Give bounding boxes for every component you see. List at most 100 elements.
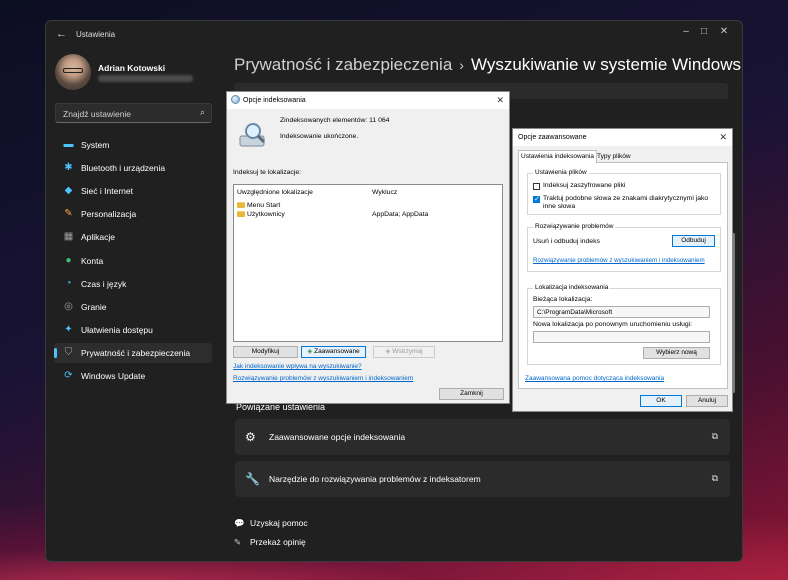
column-header-exclude: Wyklucz: [372, 189, 398, 196]
location-name: Użytkownicy: [247, 211, 285, 218]
list-item[interactable]: Menu Start: [237, 202, 499, 211]
sidebar-item-7[interactable]: ◎ Granie: [54, 297, 212, 317]
app-title: Ustawienia: [76, 30, 116, 39]
bluetooth-icon: ✱: [64, 162, 73, 174]
diacritics-label: Traktuj podobne słowa ze znakami diakryt…: [543, 195, 709, 210]
sidebar-item-label: Aplikacje: [81, 232, 116, 243]
advanced-help-link[interactable]: Zaawansowana pomoc dotycząca indeksowani…: [525, 375, 664, 382]
title-bar: ← Ustawienia – □ ✕: [46, 21, 742, 49]
get-help-link[interactable]: 💬 Uzyskaj pomoc: [234, 518, 308, 529]
indexed-count: Zindeksowanych elementów: 11 064: [280, 117, 390, 124]
close-button[interactable]: Zamknij: [439, 388, 504, 400]
sidebar-item-label: Personalizacja: [81, 209, 137, 220]
search-input[interactable]: Znajdź ustawienie ⌕: [55, 103, 212, 123]
troubleshoot-link[interactable]: Rozwiązywanie problemów z wyszukiwaniem …: [233, 375, 413, 382]
external-link-icon: ⧉: [711, 473, 718, 483]
feedback-icon: ✎: [234, 537, 242, 547]
close-icon[interactable]: ✕: [716, 26, 732, 37]
advanced-label: Zaawansowane: [314, 348, 360, 355]
index-location-group: Lokalizacja indeksowania Bieżąca lokaliz…: [527, 284, 721, 365]
locations-label: Indeksuj te lokalizacje:: [233, 169, 302, 176]
breadcrumb-separator: ›: [459, 57, 464, 73]
avatar-glasses: [63, 68, 83, 73]
advanced-button[interactable]: ◈ Zaawansowane: [301, 346, 366, 358]
gamepad-icon: ◎: [64, 300, 73, 312]
tab-index-settings[interactable]: Ustawienia indeksowania: [518, 150, 597, 163]
location-exclude: AppData; AppData: [372, 211, 429, 218]
page-title: Wyszukiwanie w systemie Windows: [470, 55, 741, 74]
advanced-options-dialog: Opcje zaawansowane ✕ Ustawienia indeksow…: [512, 128, 733, 412]
sidebar-item-label: Konta: [81, 255, 104, 266]
troubleshooting-group: Rozwiązywanie problemów Usuń i odbuduj i…: [527, 223, 721, 272]
how-indexing-affects-link[interactable]: Jak indeksowanie wpływa na wyszukiwanie?: [233, 363, 362, 370]
globe-clock-icon: ◔: [65, 277, 72, 289]
maximize-icon[interactable]: □: [696, 26, 712, 37]
give-feedback-link[interactable]: ✎ Przekaż opinię: [234, 537, 306, 548]
shield-icon: ◈: [307, 348, 313, 355]
sidebar-item-label: Ułatwienia dostępu: [81, 324, 153, 335]
encrypt-files-checkbox[interactable]: [533, 183, 540, 190]
sidebar-item-5[interactable]: ● Konta: [54, 251, 212, 271]
shield-icon: ⛉: [64, 346, 73, 358]
pause-label: Wstrzymaj: [392, 348, 423, 355]
wifi-icon: ◆: [64, 185, 73, 197]
magnifier-drive-icon: [239, 123, 266, 147]
current-location-label: Bieżąca lokalizacja:: [533, 296, 593, 303]
sidebar-item-0[interactable]: ▬ System: [54, 135, 212, 155]
sidebar-item-6[interactable]: ◔ Czas i język: [54, 274, 212, 294]
brush-icon: ✎: [64, 208, 73, 220]
profile-email-blurred: [98, 75, 193, 82]
ok-button[interactable]: OK: [640, 395, 682, 407]
sidebar-item-2[interactable]: ◆ Sieć i Internet: [54, 181, 212, 201]
sidebar-item-4[interactable]: ▦ Aplikacje: [54, 227, 212, 247]
cancel-button[interactable]: Anuluj: [686, 395, 728, 407]
sidebar-item-10[interactable]: ⟳ Windows Update: [54, 366, 212, 386]
account-icon: ●: [65, 254, 72, 266]
dialog-title-bar: Opcje zaawansowane ✕: [513, 129, 732, 146]
apps-icon: ▦: [63, 231, 74, 243]
sidebar-item-8[interactable]: ✦ Ułatwienia dostępu: [54, 320, 212, 340]
minimize-icon[interactable]: –: [678, 26, 694, 37]
diacritics-checkbox[interactable]: [533, 195, 540, 203]
dialog-title: Opcje indeksowania: [243, 97, 306, 104]
give-feedback-label: Przekaż opinię: [250, 537, 306, 547]
advanced-indexing-options-card[interactable]: ⚙ Zaawansowane opcje indeksowania ⧉: [235, 419, 730, 455]
rebuild-button[interactable]: Odbuduj: [672, 235, 715, 247]
back-arrow-icon[interactable]: ←: [56, 28, 67, 40]
pause-button: ◈ Wstrzymaj: [373, 346, 435, 358]
sidebar-item-label: Bluetooth i urządzenia: [81, 163, 166, 174]
accessibility-icon: ✦: [64, 323, 73, 335]
sidebar-item-1[interactable]: ✱ Bluetooth i urządzenia: [54, 158, 212, 178]
locations-list[interactable]: Uwzględnione lokalizacje Wyklucz Menu St…: [233, 184, 503, 342]
sidebar-item-label: Prywatność i zabezpieczenia: [81, 347, 191, 358]
list-item[interactable]: Użytkownicy AppData; AppData: [237, 211, 499, 220]
folder-icon: [237, 211, 245, 217]
close-icon[interactable]: ✕: [496, 95, 504, 106]
breadcrumb-parent[interactable]: Prywatność i zabezpieczenia: [234, 55, 452, 74]
indexer-troubleshooter-card[interactable]: 🔧 Narzędzie do rozwiązywania problemów z…: [235, 461, 730, 497]
dialog-title-bar: Opcje indeksowania ✕: [227, 92, 509, 109]
breadcrumb: Prywatność i zabezpieczenia › Wyszukiwanie…: [234, 55, 741, 75]
card-label: Narzędzie do rozwiązywania problemów z i…: [269, 474, 481, 484]
troubleshoot-link[interactable]: Rozwiązywanie problemów z wyszukiwaniem …: [533, 257, 705, 264]
sidebar-item-label: Sieć i Internet: [81, 186, 133, 197]
column-header-included: Uwzględnione lokalizacje: [237, 189, 313, 196]
avatar[interactable]: [55, 54, 91, 90]
external-link-icon: ⧉: [711, 431, 718, 441]
card-label: Zaawansowane opcje indeksowania: [269, 432, 406, 442]
indexing-options-dialog: Opcje indeksowania ✕ Zindeksowanych elem…: [226, 91, 510, 404]
sidebar-item-9[interactable]: ⛉ Prywatność i zabezpieczenia: [54, 342, 212, 363]
folder-icon: [237, 202, 245, 208]
modify-button[interactable]: Modyfikuj: [233, 346, 298, 358]
wrench-icon: 🔧: [245, 472, 260, 486]
update-icon: ⟳: [64, 370, 73, 381]
close-icon[interactable]: ✕: [719, 132, 727, 143]
select-new-button[interactable]: Wybierz nową: [643, 347, 710, 359]
search-icon: ⌕: [199, 107, 205, 117]
new-location-field: [533, 331, 710, 343]
sidebar-item-3[interactable]: ✎ Personalizacja: [54, 204, 212, 224]
sidebar-item-label: Windows Update: [81, 371, 146, 381]
search-placeholder: Znajdź ustawienie: [63, 109, 132, 119]
shield-icon: ◈: [385, 348, 391, 355]
current-location-field: C:\ProgramData\Microsoft: [533, 306, 710, 318]
